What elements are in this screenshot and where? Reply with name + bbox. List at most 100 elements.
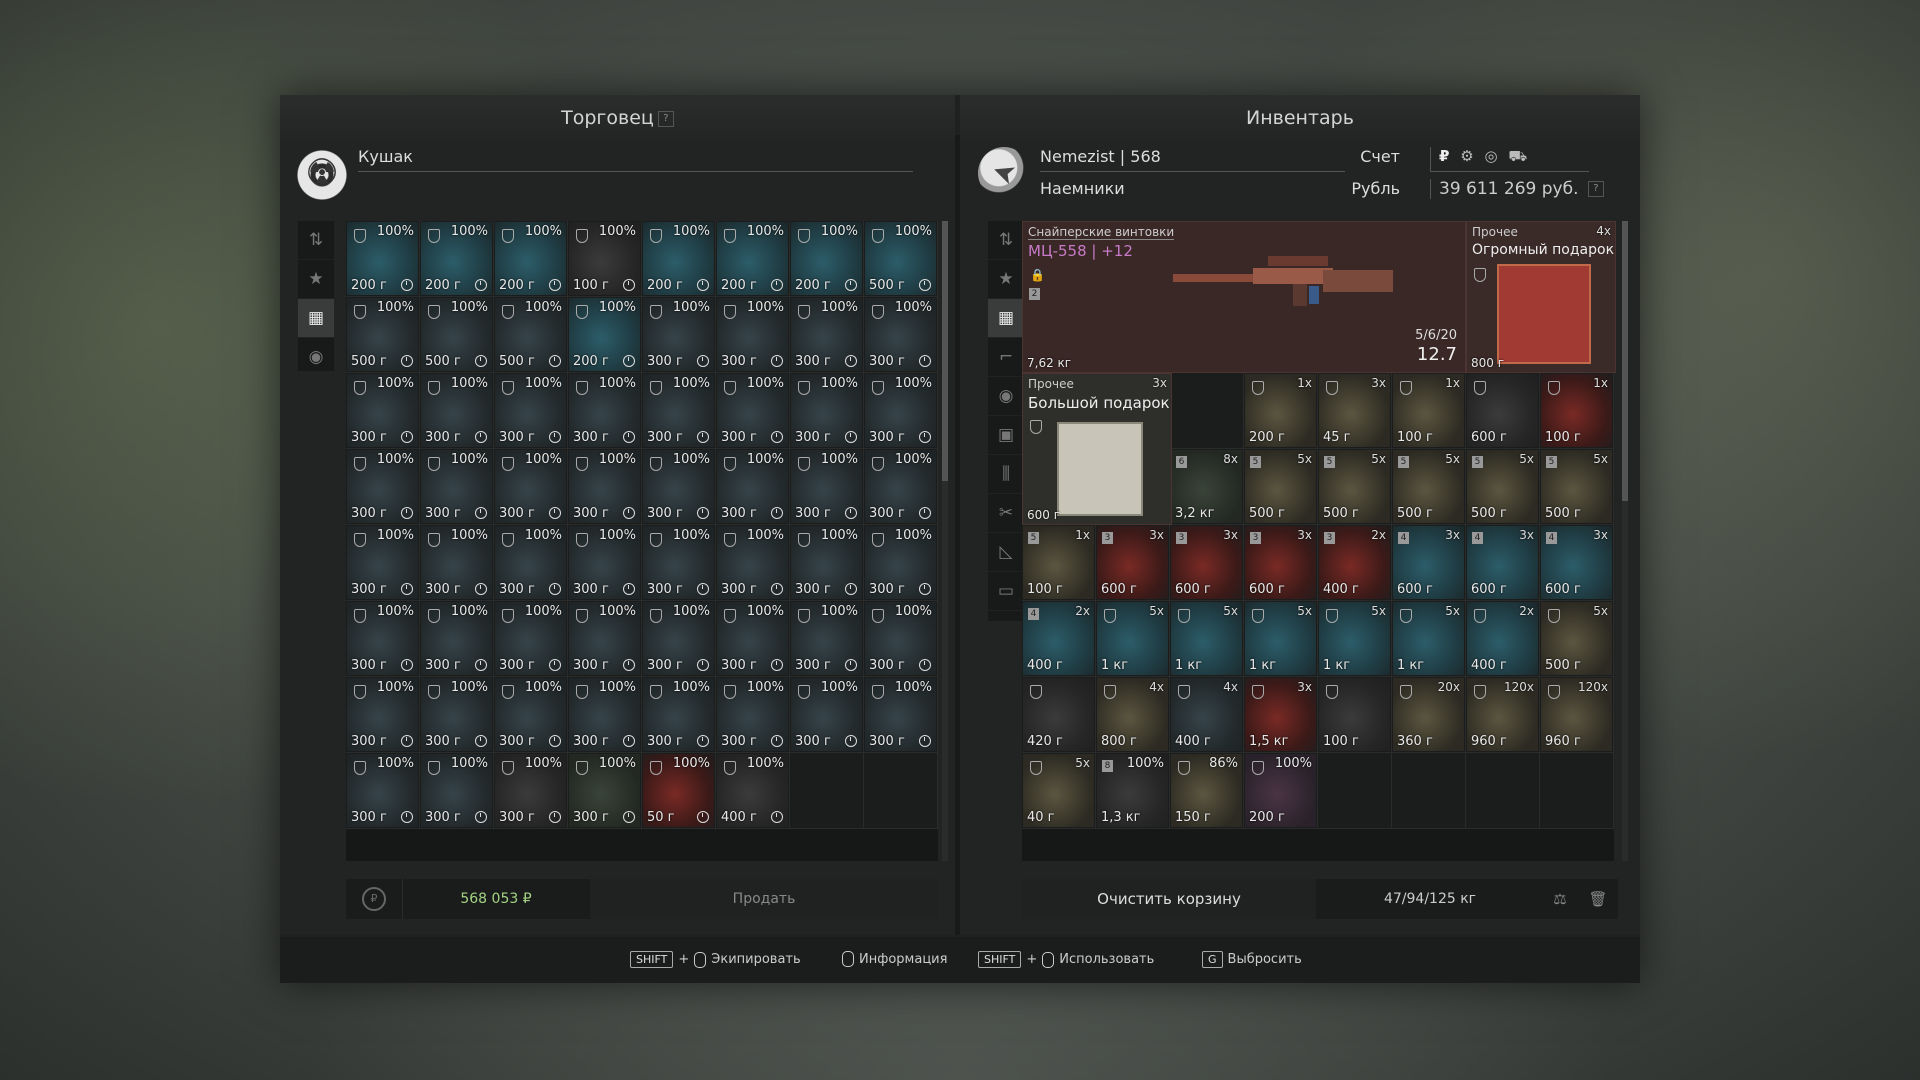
inventory-item[interactable]: 8 100% 1,3 кг [1097,754,1168,827]
inventory-item[interactable]: 5 5x 500 г [1541,450,1612,523]
grid-cell[interactable]: 100% 200 г [420,221,494,297]
grid-cell[interactable]: 4 3x 600 г [1540,525,1614,601]
inventory-item[interactable]: 5 5x 500 г [1245,450,1316,523]
category-icon[interactable]: ◉ [298,338,334,377]
grid-cell[interactable]: 100% 300 г [568,373,642,449]
trader-item[interactable]: 100% 300 г [569,678,640,751]
grid-cell[interactable]: 100% 100 г [568,221,642,297]
trader-item[interactable]: 100% 300 г [421,602,492,675]
grid-cell[interactable]: 100% 300 г [790,373,864,449]
grid-cell[interactable] [1170,373,1244,449]
inventory-item[interactable]: 100% 200 г [1245,754,1316,827]
trader-item[interactable]: 100% 300 г [791,526,862,599]
trader-item[interactable]: 100% 300 г [495,678,566,751]
grid-cell[interactable]: 600 г [1466,373,1540,449]
trader-item[interactable]: 100% 500 г [347,298,418,371]
grid-cell[interactable]: 5x 1 кг [1318,601,1392,677]
grid-cell[interactable]: 120x 960 г [1466,677,1540,753]
grid-cell[interactable]: 100% 300 г [494,677,568,753]
trader-item[interactable]: 100% 300 г [717,602,788,675]
grid-cell[interactable]: 100% 300 г [864,677,938,753]
grid-cell[interactable]: 100% 300 г [716,525,790,601]
trader-item[interactable]: 100% 300 г [791,678,862,751]
trader-item[interactable]: 100% 300 г [569,374,640,447]
trader-item[interactable]: 100% 500 г [495,298,566,371]
inventory-item[interactable]: 5x 500 г [1541,602,1612,675]
inventory-item[interactable]: 4x 400 г [1171,678,1242,751]
grid-cell[interactable]: 100% 300 г [864,297,938,373]
grid-cell[interactable]: 5x 1 кг [1392,601,1466,677]
trader-item[interactable]: 100% 300 г [865,526,936,599]
trader-item[interactable]: 100% 300 г [347,678,418,751]
grid-cell[interactable]: 100% 300 г [494,449,568,525]
trader-item[interactable]: 100% 200 г [495,222,566,295]
trader-item[interactable]: 100% 300 г [347,450,418,523]
grid-icon[interactable]: ▦ [988,299,1024,338]
grid-cell[interactable]: 4 2x 400 г [1022,601,1096,677]
trash-icon[interactable]: 🗑 [1580,879,1616,919]
clear-cart-button[interactable]: Очистить корзину [1022,879,1316,919]
grid-cell[interactable]: 120x 960 г [1540,677,1614,753]
trader-item[interactable]: 100% 200 г [643,222,714,295]
trader-item[interactable]: 100% 200 г [791,222,862,295]
trader-item[interactable]: 100% 200 г [569,298,640,371]
tools-icon[interactable]: ✂ [988,494,1024,533]
trader-item[interactable]: 100% 300 г [791,602,862,675]
trader-item[interactable]: 100% 300 г [865,374,936,447]
grid-cell[interactable]: 5x 1 кг [1096,601,1170,677]
inventory-item[interactable]: 86% 150 г [1171,754,1242,827]
grid-cell[interactable]: 100% 200 г [790,221,864,297]
grid-cell[interactable]: 5 5x 500 г [1540,449,1614,525]
inventory-item[interactable]: 5x 1 кг [1171,602,1242,675]
inventory-item[interactable]: 1x 200 г [1245,374,1316,447]
grid-cell[interactable]: 100% 50 г [642,753,716,829]
trader-item[interactable]: 100% 50 г [643,754,714,827]
grid-cell[interactable]: 100% 300 г [568,525,642,601]
grid-cell[interactable]: 100% 300 г [716,373,790,449]
trader-item[interactable]: 100% 300 г [495,450,566,523]
box-icon[interactable]: ▭ [988,572,1024,611]
trader-item[interactable]: 100% 300 г [569,754,640,827]
grid-cell[interactable]: 100% 300 г [642,677,716,753]
trader-item[interactable]: 100% 300 г [421,678,492,751]
trader-item[interactable]: 100% 100 г [569,222,640,295]
grid-cell[interactable]: 100% 300 г [420,753,494,829]
inventory-item[interactable]: 3 2x 400 г [1319,526,1390,599]
grid-cell[interactable] [1392,753,1466,829]
grid-cell[interactable]: 100% 300 г [642,297,716,373]
trader-item[interactable]: 100% 300 г [717,678,788,751]
gear-currency-icon[interactable]: ⚙ [1460,147,1473,165]
grid-cell[interactable]: 100% 300 г [790,449,864,525]
grid-cell[interactable]: 100% 300 г [420,525,494,601]
inventory-item[interactable]: 3x 1,5 кг [1245,678,1316,751]
grid-cell[interactable]: 100% 300 г [420,601,494,677]
trader-item[interactable]: 100% 300 г [717,450,788,523]
grid-icon[interactable]: ▦ [298,299,334,338]
trader-item[interactable]: 100% 300 г [495,374,566,447]
grid-cell[interactable]: 5 5x 500 г [1244,449,1318,525]
inventory-item[interactable]: 5x 1 кг [1393,602,1464,675]
grid-cell[interactable]: 100% 300 г [420,449,494,525]
grid-cell[interactable]: 3 3x 600 г [1244,525,1318,601]
grid-cell[interactable]: 100% 500 г [420,297,494,373]
grid-cell[interactable]: 3x 1,5 кг [1244,677,1318,753]
grid-cell[interactable]: 100% 500 г [346,297,420,373]
inventory-item[interactable]: 120x 960 г [1541,678,1612,751]
inventory-item[interactable]: 5x 1 кг [1097,602,1168,675]
trader-item[interactable]: 100% 300 г [865,298,936,371]
inventory-item[interactable]: 3x 45 г [1319,374,1390,447]
grid-cell[interactable]: 100% 300 г [716,449,790,525]
inventory-item[interactable]: 3 3x 600 г [1097,526,1168,599]
grid-cell[interactable]: 100% 300 г [494,753,568,829]
trader-item[interactable]: 100% 300 г [717,526,788,599]
trader-item[interactable]: 100% 500 г [865,222,936,295]
grid-cell[interactable]: 100% 300 г [790,677,864,753]
grid-cell[interactable]: 100% 300 г [494,373,568,449]
trader-item[interactable]: 100% 300 г [865,678,936,751]
trader-item[interactable]: 100% 300 г [347,374,418,447]
grid-cell[interactable]: 5 5x 500 г [1466,449,1540,525]
inventory-item[interactable]: 6 8x 3,2 кг [1171,450,1242,523]
grid-cell[interactable]: 100% 300 г [568,677,642,753]
grid-cell[interactable]: 100% 300 г [346,525,420,601]
grid-cell[interactable]: 100% 300 г [642,525,716,601]
